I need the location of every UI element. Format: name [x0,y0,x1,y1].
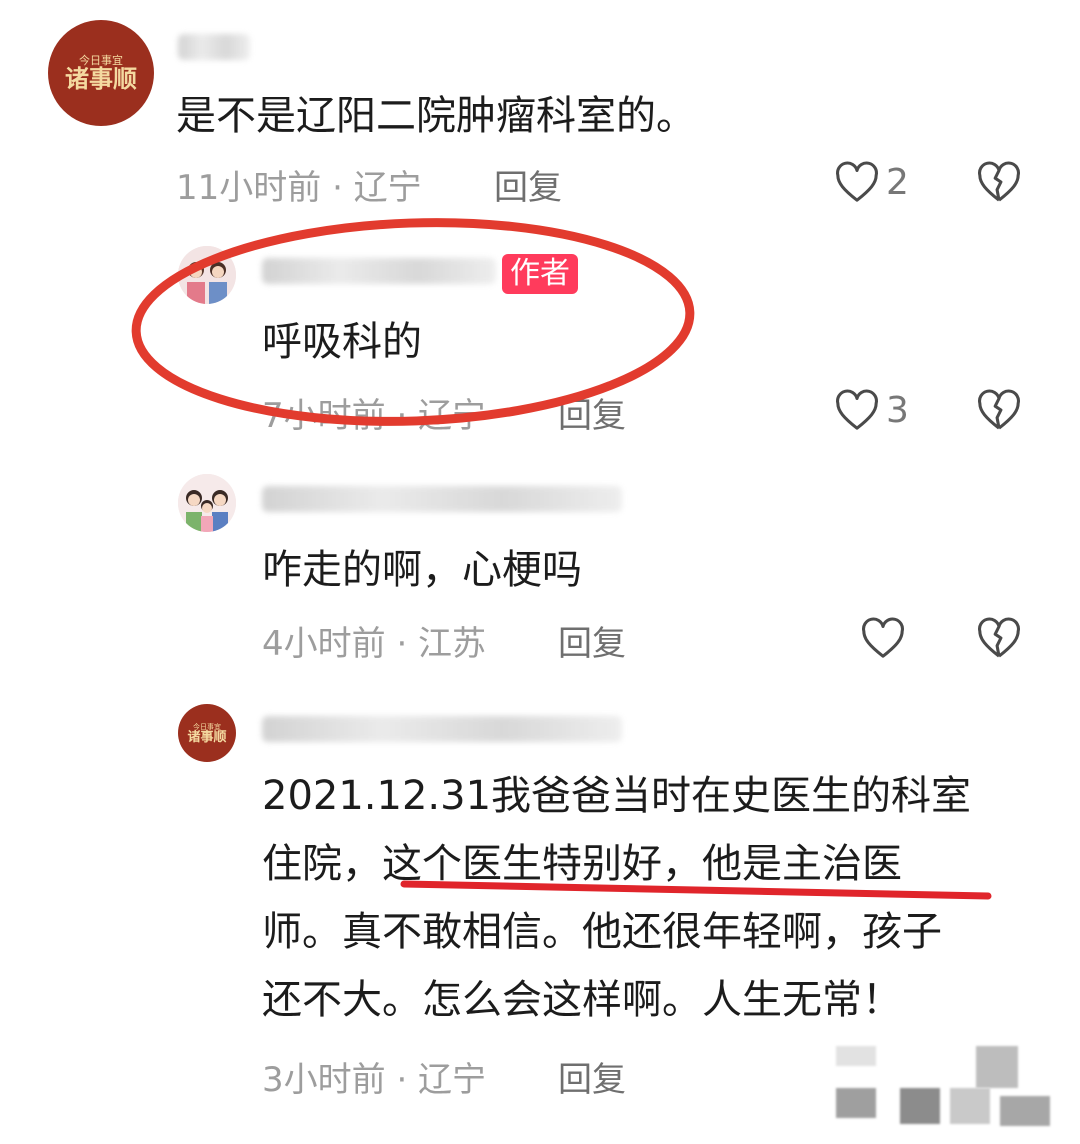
like-button[interactable]: 3 [834,388,909,432]
comment-text: 是不是辽阳二院肿瘤科室的。 [176,93,696,139]
red-underline-annotation [400,880,992,900]
comment-time-location: 11小时前 · 辽宁 [176,168,422,208]
comment-text: 咋走的啊，心梗吗 [262,547,582,593]
avatar-main-text: 诸事顺 [65,65,137,93]
dislike-broken-heart-icon[interactable] [976,616,1022,660]
heart-icon [860,616,906,660]
username-redacted [262,716,622,742]
comment-text-line-1: 2021.12.31我爸爸当时在史医生的科室 [262,773,972,819]
like-button[interactable]: 2 [834,160,909,204]
dislike-broken-heart-icon[interactable] [976,388,1022,432]
dislike-broken-heart-icon[interactable] [976,160,1022,204]
red-circle-annotation [131,218,695,426]
username-redacted [262,486,622,512]
username-redacted [178,34,250,60]
avatar-main-text: 诸事顺 [187,729,227,745]
reply-button[interactable]: 回复 [558,616,626,665]
comment-text-line-4: 还不大。怎么会这样啊。人生无常！ [262,977,902,1023]
like-count: 2 [886,161,909,203]
heart-icon [834,160,880,204]
heart-icon [834,388,880,432]
like-button[interactable] [860,616,906,660]
avatar[interactable]: 今日事宜 诸事顺 [178,704,236,762]
comment-text-line-3: 师。真不敢相信。他还很年轻啊，孩子 [262,909,942,955]
avatar[interactable]: 今日事宜 诸事顺 [48,20,154,126]
comment-time-location: 4小时前 · 江苏 [262,624,487,664]
reply-button[interactable]: 回复 [558,1052,626,1101]
reply-button[interactable]: 回复 [494,160,562,209]
like-count: 3 [886,389,909,431]
comment-time-location: 3小时前 · 辽宁 [262,1060,487,1100]
avatar[interactable] [178,474,236,532]
